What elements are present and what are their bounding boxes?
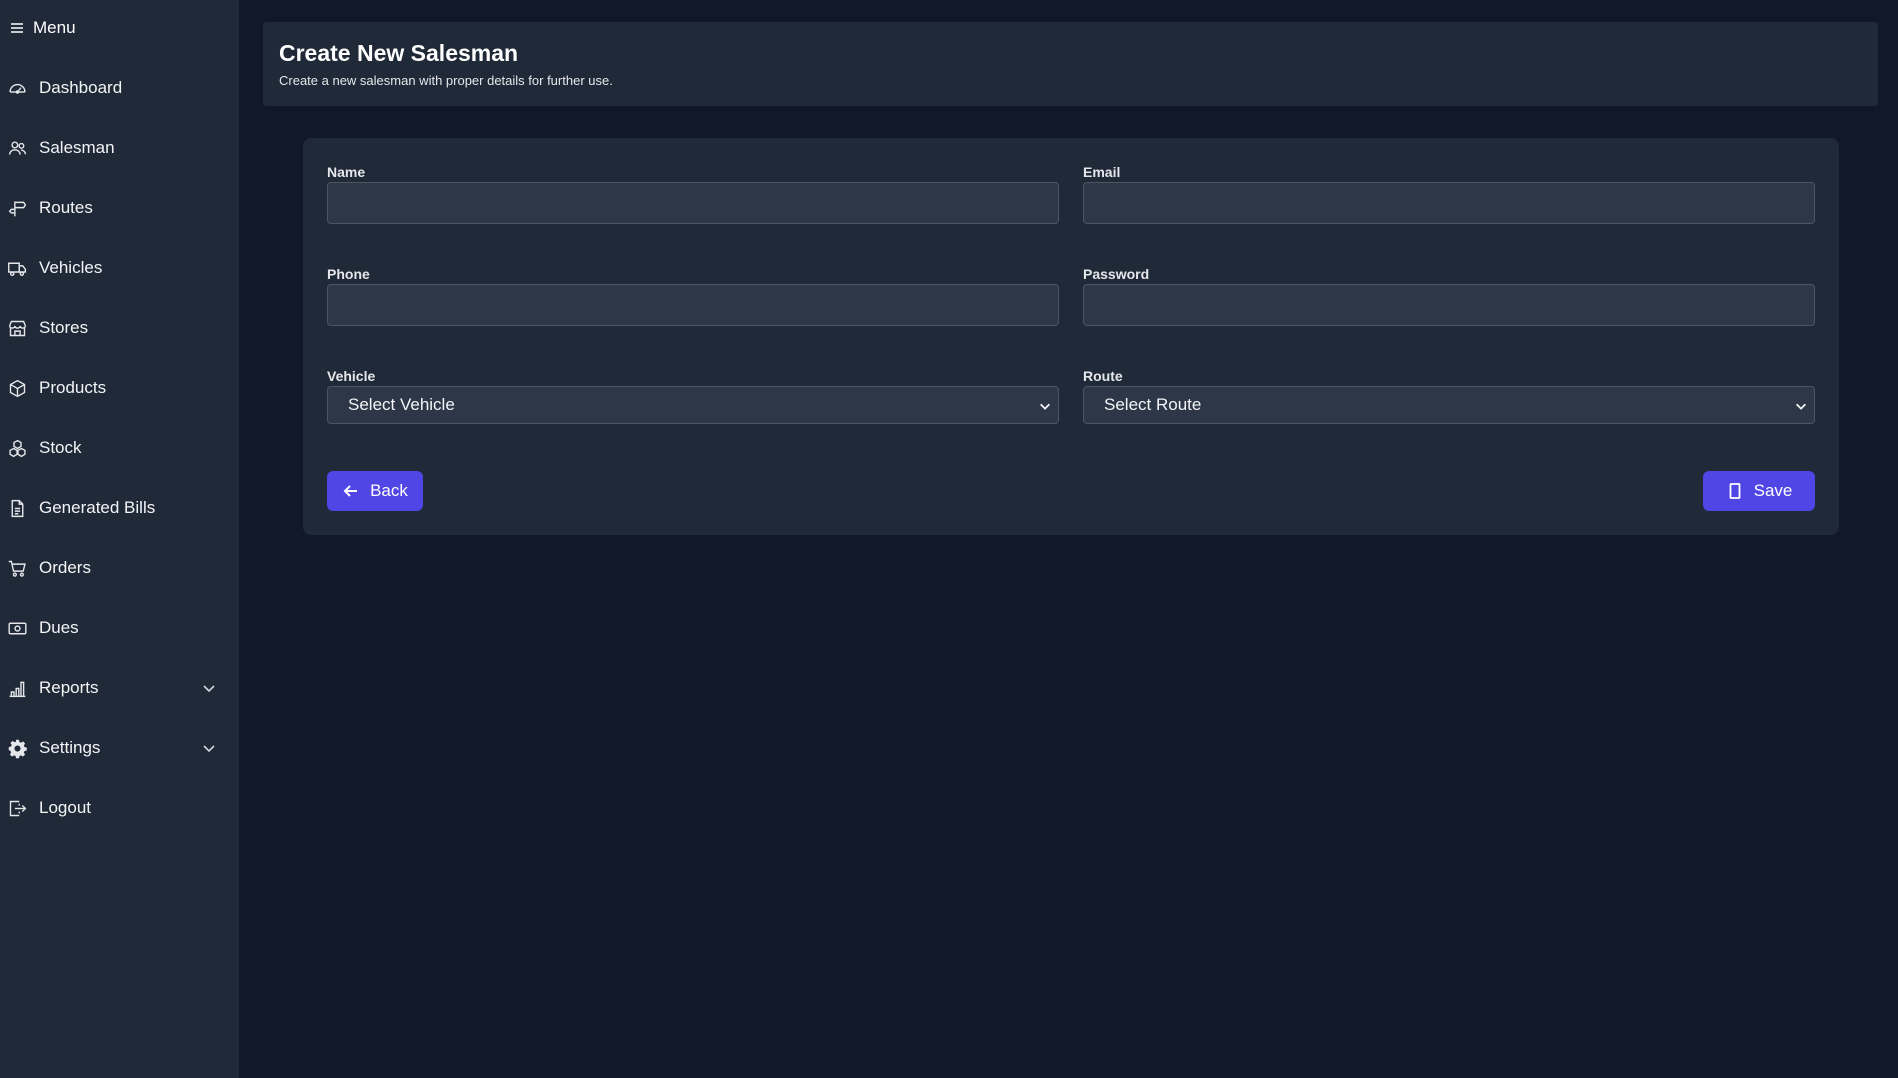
sidebar-item-label: Stores (39, 318, 89, 337)
email-field[interactable] (1083, 182, 1815, 224)
page-title: Create New Salesman (279, 40, 519, 66)
phone-label: Phone (327, 266, 370, 282)
sidebar-item-label: Salesman (39, 138, 115, 157)
back-button-label: Back (370, 481, 408, 500)
page-subtitle: Create a new salesman with proper detail… (279, 73, 613, 88)
truck-icon (6, 257, 28, 279)
box-icon (6, 377, 28, 399)
phone-field[interactable] (327, 284, 1059, 326)
save-button-label: Save (1753, 481, 1793, 500)
sidebar-item-routes[interactable]: Routes (0, 188, 239, 228)
sidebar-item-label: Products (39, 378, 107, 397)
sidebar-item-label: Orders (39, 558, 91, 577)
name-field[interactable] (327, 182, 1059, 224)
chevron-down-icon (1040, 403, 1050, 410)
sidebar-item-stock[interactable]: Stock (0, 428, 239, 468)
store-icon (6, 317, 28, 339)
password-label: Password (1083, 266, 1150, 282)
sidebar-item-label: Settings (39, 738, 101, 757)
name-label: Name (327, 164, 366, 180)
sidebar-item-label: Logout (39, 798, 91, 817)
chevron-down-icon[interactable] (201, 740, 217, 756)
page-header: Create New Salesman Create a new salesma… (263, 22, 1878, 106)
gear-icon (6, 737, 28, 759)
arrow-left-icon (343, 485, 358, 497)
sidebar-item-logout[interactable]: Logout (0, 788, 239, 828)
menu-label: Menu (33, 18, 76, 37)
sidebar-item-settings[interactable]: Settings (0, 728, 239, 768)
cash-icon (6, 617, 28, 639)
salesman-form: Name Email Phone Password Vehicle Select… (303, 138, 1839, 535)
sidebar-item-label: Vehicles (39, 258, 103, 277)
bar-chart-icon (6, 677, 28, 699)
sidebar-item-reports[interactable]: Reports (0, 668, 239, 708)
email-label: Email (1083, 164, 1121, 180)
sidebar-item-label: Dues (39, 618, 79, 637)
users-icon (6, 137, 28, 159)
password-field[interactable] (1083, 284, 1815, 326)
vehicle-label: Vehicle (327, 368, 376, 384)
back-button[interactable]: Back (327, 471, 423, 511)
chevron-down-icon[interactable] (201, 680, 217, 696)
menu-toggle[interactable]: Menu (9, 16, 76, 40)
sidebar-item-dashboard[interactable]: Dashboard (0, 68, 239, 108)
boxes-icon (6, 437, 28, 459)
sidebar-item-vehicles[interactable]: Vehicles (0, 248, 239, 288)
route-select[interactable]: Select Route (1083, 386, 1815, 424)
logout-icon (6, 797, 28, 819)
gauge-icon (6, 77, 28, 99)
vehicle-select-value: Select Vehicle (348, 395, 455, 414)
sidebar-item-salesman[interactable]: Salesman (0, 128, 239, 168)
hamburger-icon (11, 23, 23, 33)
cart-icon (6, 557, 28, 579)
sidebar-item-label: Generated Bills (39, 498, 156, 517)
sidebar-item-label: Dashboard (39, 78, 123, 97)
chevron-down-icon (1796, 403, 1806, 410)
sidebar-item-dues[interactable]: Dues (0, 608, 239, 648)
sidebar-item-orders[interactable]: Orders (0, 548, 239, 588)
document-icon (6, 497, 28, 519)
save-icon (1729, 483, 1741, 499)
signpost-icon (6, 197, 28, 219)
save-button[interactable]: Save (1703, 471, 1815, 511)
sidebar-item-stores[interactable]: Stores (0, 308, 239, 348)
route-label: Route (1083, 368, 1123, 384)
sidebar-item-generated-bills[interactable]: Generated Bills (0, 488, 239, 528)
route-select-value: Select Route (1104, 395, 1202, 414)
sidebar: Menu Dashboard Salesman Routes Vehicles … (0, 0, 239, 1078)
sidebar-item-products[interactable]: Products (0, 368, 239, 408)
sidebar-item-label: Stock (39, 438, 82, 457)
sidebar-item-label: Routes (39, 198, 93, 217)
vehicle-select[interactable]: Select Vehicle (327, 386, 1059, 424)
sidebar-item-label: Reports (39, 678, 99, 697)
